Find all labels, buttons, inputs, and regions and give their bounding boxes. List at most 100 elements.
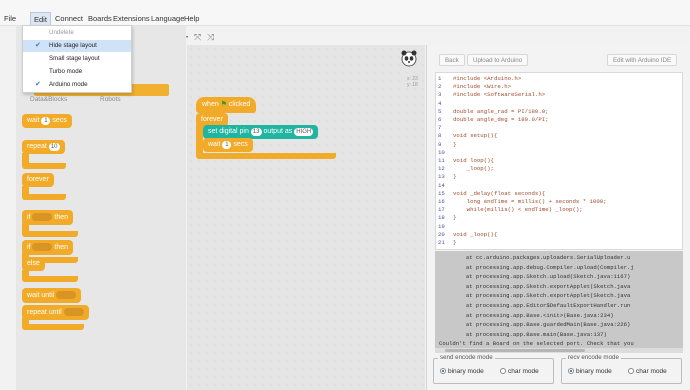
- checkmark-icon: ✔: [35, 81, 41, 88]
- recv-encode-mode-group: recv encode mode binary mode char mode: [561, 354, 682, 384]
- palette-wait-block[interactable]: wait 1 secs: [22, 114, 72, 128]
- console-line: at processing.app.debug.Compiler.upload(…: [439, 263, 634, 271]
- recv-binary-mode-radio[interactable]: binary mode: [568, 368, 612, 375]
- set-digital-pin-block[interactable]: set digital pin 13 output as HIGH: [203, 125, 319, 139]
- condition-slot[interactable]: [56, 291, 77, 299]
- c-block-body: [22, 223, 78, 237]
- line-number: 5: [438, 107, 442, 115]
- block-label: if: [27, 213, 31, 221]
- code-line: long endTime = millis() + seconds * 1000…: [453, 198, 607, 205]
- palette-repeat-block[interactable]: repeat 10: [22, 140, 65, 154]
- line-number: 6: [438, 116, 442, 123]
- wait-input[interactable]: 1: [222, 141, 232, 149]
- panda-sprite-icon[interactable]: [400, 49, 418, 67]
- pin-input[interactable]: 13: [250, 128, 262, 136]
- block-label: output as: [263, 128, 293, 135]
- condition-slot[interactable]: [32, 213, 53, 221]
- line-number: 18: [438, 214, 445, 222]
- menu-help[interactable]: Help: [184, 14, 199, 23]
- console-line: at processing.app.Base.guardedMain(Base.…: [439, 321, 631, 329]
- radio-label: binary mode: [576, 368, 612, 375]
- category-data-blocks[interactable]: Data&Blocks: [30, 96, 67, 103]
- c-block-body: [22, 318, 84, 330]
- code-line: }: [453, 173, 457, 181]
- block-input[interactable]: 1: [41, 117, 51, 125]
- code-line: }: [453, 239, 457, 246]
- block-label: secs: [52, 117, 67, 124]
- line-number: 15: [438, 189, 445, 197]
- console-line: at processing.app.Sketch.exportApplet(Sk…: [439, 282, 631, 290]
- line-number: 1: [438, 75, 442, 82]
- code-line: double angle_deg = 180.0/PI;: [453, 116, 549, 123]
- menu-extensions[interactable]: Extensions: [113, 14, 150, 23]
- radio-unselected-icon: [628, 368, 634, 374]
- menu-item-hide-stage-layout[interactable]: ✔ Hide stage layout: [23, 40, 131, 52]
- menu-item-undelete[interactable]: Undelete: [23, 27, 131, 39]
- mblock-window: File Edit Connect Boards Extensions Lang…: [0, 0, 690, 390]
- recv-char-mode-radio[interactable]: char mode: [628, 368, 667, 375]
- block-label: secs: [233, 141, 248, 148]
- send-char-mode-radio[interactable]: char mode: [500, 368, 539, 375]
- sprite-coords: x: 23 y: 18: [407, 76, 418, 88]
- c-block-body: [22, 153, 66, 169]
- block-label: wait: [27, 117, 40, 124]
- menu-language[interactable]: Language: [151, 14, 184, 23]
- console-scrollbar[interactable]: [435, 348, 683, 353]
- line-number: 14: [438, 181, 445, 189]
- menu-item-label: Arduino mode: [49, 81, 88, 88]
- back-button[interactable]: Back: [439, 54, 465, 66]
- block-input[interactable]: 10: [48, 143, 60, 151]
- block-label: then: [54, 243, 69, 251]
- condition-slot[interactable]: [63, 308, 84, 316]
- send-binary-mode-radio[interactable]: binary mode: [440, 368, 484, 375]
- radio-selected-icon: [440, 368, 446, 374]
- console-line: at cc.arduino.packages.uploaders.SerialU…: [439, 254, 631, 261]
- line-number: 2: [438, 83, 442, 91]
- line-number: 16: [438, 198, 445, 205]
- block-label: else: [27, 260, 40, 267]
- menu-item-small-stage-layout[interactable]: Small stage layout: [23, 53, 131, 65]
- menu-item-arduino-mode[interactable]: ✔ Arduino mode: [23, 79, 131, 91]
- line-number: 19: [438, 222, 445, 230]
- recv-encode-legend: recv encode mode: [566, 354, 621, 361]
- line-number: 11: [438, 157, 445, 164]
- scripts-area[interactable]: when ⚑ clicked forever set digital pin 1…: [187, 45, 425, 390]
- block-label: forever: [201, 116, 223, 123]
- line-number: 20: [438, 230, 445, 238]
- scrollbar-thumb[interactable]: [445, 349, 585, 352]
- when-clicked-hat-block[interactable]: when ⚑ clicked: [196, 97, 257, 113]
- code-editor[interactable]: 1 #include <Arduino.h> 2 #include <Wire.h> 3…: [435, 72, 683, 250]
- menu-item-turbo-mode[interactable]: Turbo mode: [23, 66, 131, 78]
- block-label: repeat until: [27, 308, 62, 316]
- radio-unselected-icon: [500, 368, 506, 374]
- code-line: while(millis() < endTime) _loop();: [453, 206, 583, 214]
- code-line: }: [453, 214, 457, 222]
- menu-item-label: Turbo mode: [49, 68, 83, 75]
- grow-icon[interactable]: ⤧: [194, 32, 201, 43]
- condition-slot[interactable]: [32, 243, 53, 251]
- palette-wait-until-block[interactable]: wait until: [22, 288, 82, 303]
- palette-else-label: else: [22, 257, 45, 271]
- menu-connect[interactable]: Connect: [55, 14, 83, 23]
- line-number: 7: [438, 124, 442, 132]
- output-dropdown[interactable]: HIGH: [294, 128, 314, 136]
- send-encode-legend: send encode mode: [438, 354, 495, 361]
- block-label: clicked: [228, 101, 251, 108]
- wait-block[interactable]: wait 1 secs: [203, 138, 253, 152]
- upload-to-arduino-button[interactable]: Upload to Arduino: [467, 54, 529, 66]
- line-number: 8: [438, 132, 442, 140]
- code-line: void _delay(float seconds){: [453, 189, 546, 197]
- menu-boards[interactable]: Boards: [88, 14, 112, 23]
- code-line: void loop(){: [453, 157, 494, 164]
- c-block-body: [22, 186, 66, 200]
- shrink-icon[interactable]: ⤨: [207, 32, 214, 43]
- coord-y: y: 18: [407, 82, 418, 88]
- console-line: at processing.app.Sketch.upload(Sketch.j…: [439, 273, 631, 281]
- code-line: #include <SoftwareSerial.h>: [453, 91, 546, 99]
- menu-file[interactable]: File: [4, 14, 16, 23]
- edit-with-arduino-ide-button[interactable]: Edit with Arduino IDE: [607, 54, 678, 66]
- console-line: at processing.app.Base.main(Base.java:13…: [439, 330, 607, 338]
- category-robots[interactable]: Robots: [100, 96, 121, 103]
- block-label: wait: [208, 141, 221, 148]
- palette-forever-block[interactable]: forever: [22, 173, 54, 187]
